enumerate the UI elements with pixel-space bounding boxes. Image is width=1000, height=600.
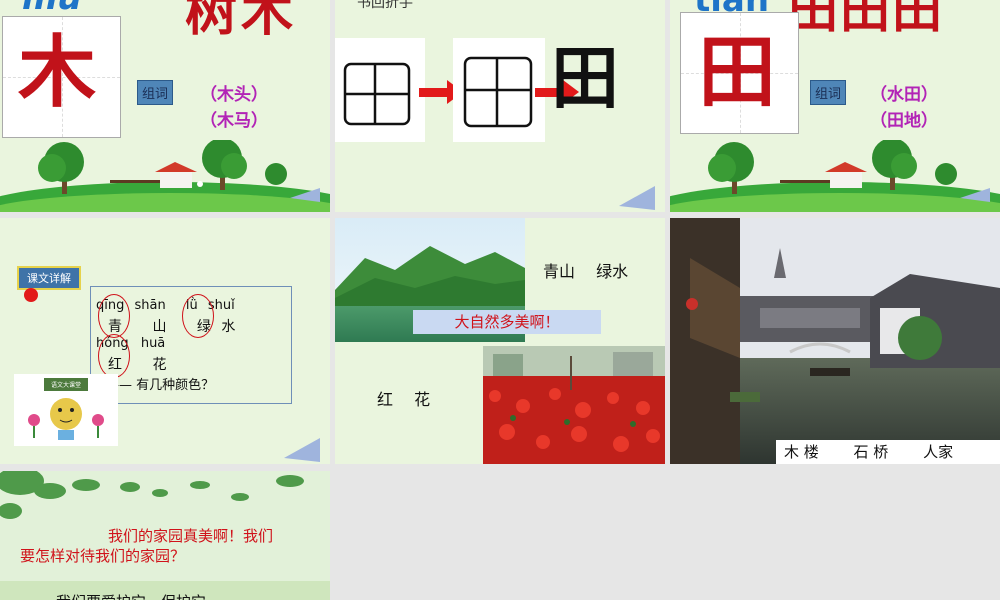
- slide-thumb-lesson[interactable]: 课文详解 qīng shān lǜ shuǐ 青 山 绿 水 hóng huā …: [0, 218, 330, 464]
- stroke-drawing: [463, 56, 533, 128]
- top-text: 书回折手: [357, 0, 413, 11]
- main-character: 田: [698, 27, 777, 118]
- zuci-button[interactable]: 组词: [810, 80, 847, 105]
- top-chars: 田田田: [788, 0, 944, 39]
- slide-thumb-tian[interactable]: tián 田田田 田 组词 （水田） （田地）: [670, 0, 1000, 212]
- zuci-button[interactable]: 组词: [137, 80, 174, 105]
- stroke-step-1: [335, 38, 425, 142]
- top-chars: 树木: [185, 0, 298, 43]
- circle-mark: [98, 334, 130, 378]
- corner-decoration: [619, 186, 655, 210]
- slide-thumb-town[interactable]: 木 楼 石 桥 人家: [670, 218, 1000, 464]
- corner-decoration: [284, 438, 320, 462]
- water-town-photo: [670, 218, 1000, 464]
- slide-thumb-home[interactable]: 我们的家园真美啊！我们 要怎样对待我们的家园？ 我们要爱护它，保护它。: [0, 471, 330, 600]
- slide-thumb-nature[interactable]: 青山 绿水 大自然多美啊！ 红 花: [335, 218, 665, 464]
- slide-thumb-mu[interactable]: mù 树木 木 组词 （木头） （木马）: [0, 0, 330, 212]
- lesson-badge: 课文详解: [17, 266, 81, 290]
- landscape-illustration: [0, 140, 330, 212]
- home-text-3: 我们要爱护它，保护它。: [56, 591, 221, 600]
- caption-bar: 木 楼 石 桥 人家: [776, 440, 1000, 464]
- caption-top: 青山 绿水: [543, 262, 629, 281]
- word-list: （水田） （田地）: [870, 82, 938, 134]
- result-character: 田: [551, 40, 620, 119]
- circle-mark: [98, 294, 130, 338]
- stroke-drawing: [343, 62, 411, 126]
- slide-thumb-stroke[interactable]: 书回折手 田: [335, 0, 665, 212]
- question-text: —— 有几种颜色？: [106, 378, 215, 393]
- word-item: （木头）: [200, 85, 268, 105]
- stroke-step-2: [453, 38, 545, 142]
- flower-field-photo: [483, 346, 665, 464]
- word-list: （木头） （木马）: [200, 82, 268, 134]
- home-text-2: 要怎样对待我们的家园？: [20, 547, 186, 565]
- home-text-1: 我们的家园真美啊！我们: [108, 527, 274, 545]
- landscape-illustration: [670, 140, 1000, 212]
- red-dot: [24, 288, 38, 302]
- main-character: 木: [18, 27, 97, 118]
- banner: 大自然多美啊！: [413, 310, 601, 334]
- caption-bottom: 红 花: [377, 390, 431, 409]
- circle-mark: [182, 294, 214, 338]
- mini-board: 语文大课堂: [44, 378, 88, 391]
- word-item: （田地）: [870, 111, 938, 131]
- word-item: （木马）: [200, 111, 268, 131]
- cartoon-image: 语文大课堂: [14, 374, 118, 446]
- word-item: （水田）: [870, 85, 938, 105]
